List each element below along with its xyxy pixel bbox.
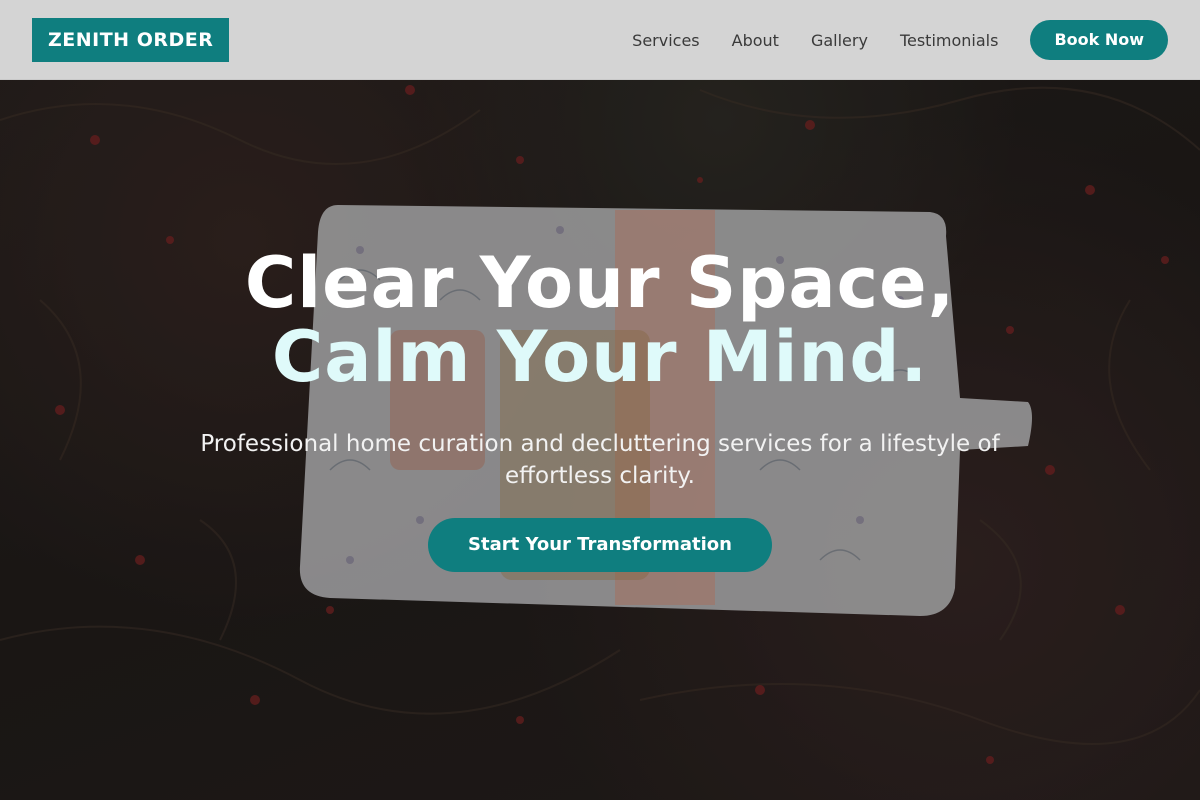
headline-line-2: Calm Your Mind.: [271, 316, 929, 398]
hero-content: Clear Your Space, Calm Your Mind. Profes…: [0, 246, 1200, 572]
nav-link-services[interactable]: Services: [632, 31, 699, 50]
nav-link-about[interactable]: About: [732, 31, 779, 50]
headline-line-1: Clear Your Space,: [244, 242, 956, 324]
hero-headline: Clear Your Space, Calm Your Mind.: [0, 246, 1200, 394]
start-transformation-button[interactable]: Start Your Transformation: [428, 518, 772, 572]
book-now-button[interactable]: Book Now: [1030, 20, 1168, 60]
nav-link-testimonials[interactable]: Testimonials: [900, 31, 999, 50]
hero-subtitle: Professional home curation and declutter…: [200, 431, 1000, 489]
site-header: ZENITH ORDER Services About Gallery Test…: [0, 0, 1200, 80]
brand-logo[interactable]: ZENITH ORDER: [32, 18, 230, 62]
main-nav: Services About Gallery Testimonials Book…: [632, 20, 1168, 60]
hero-section: Clear Your Space, Calm Your Mind. Profes…: [0, 0, 1200, 800]
nav-link-gallery[interactable]: Gallery: [811, 31, 868, 50]
